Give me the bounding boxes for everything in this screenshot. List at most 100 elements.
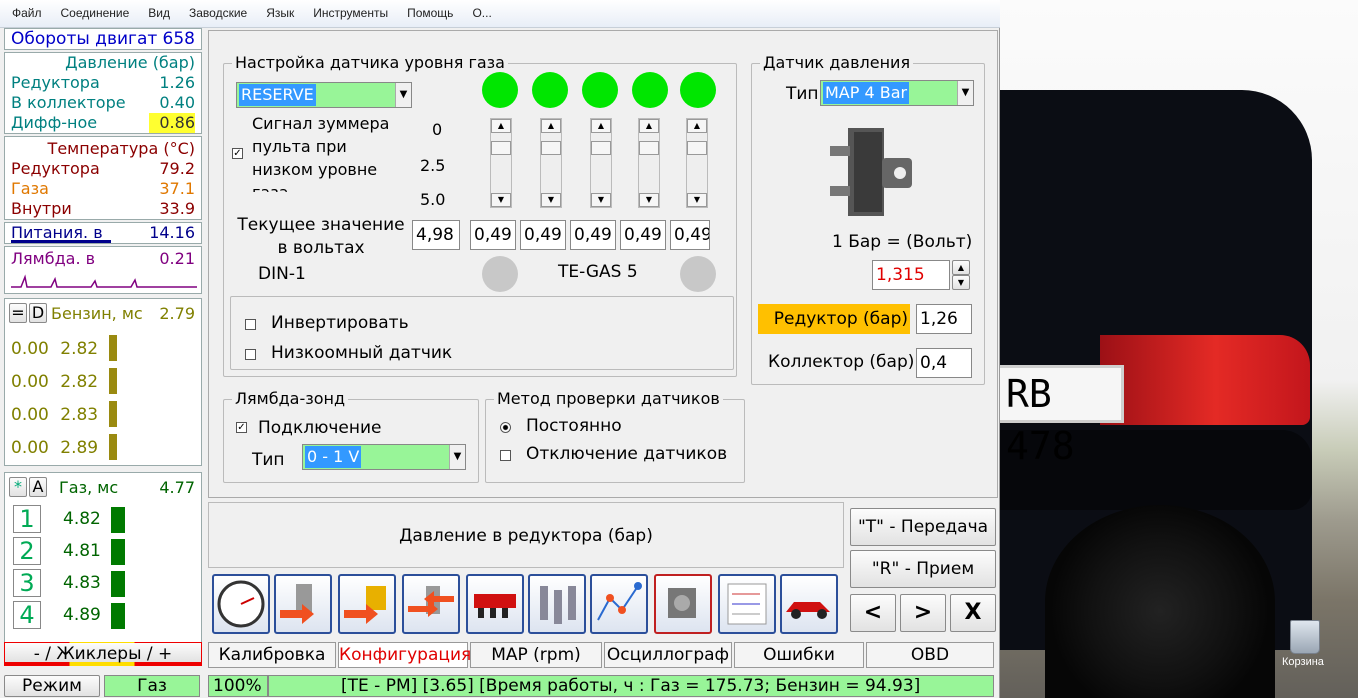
reducer-bar-input[interactable]: 1,26 [916, 304, 972, 334]
tab-configuration[interactable]: Конфигурация [338, 642, 471, 668]
lowohm-label: Низкоомный датчик [271, 343, 453, 363]
mode-button[interactable]: Режим [4, 675, 100, 697]
lowohm-checkbox[interactable] [245, 349, 256, 360]
power-value: 14.16 [149, 223, 195, 242]
lambda-type-label: Тип [252, 450, 285, 470]
injector-1-bar [111, 507, 125, 533]
collector-bar-label: Коллектор (бар) [768, 352, 915, 372]
left-panel: Обороты двигат 658 Давление (бар) Редукто… [4, 28, 202, 698]
method-disable-checkbox[interactable] [500, 450, 511, 461]
injector-3-value: 4.83 [63, 573, 101, 593]
invert-checkbox[interactable] [245, 319, 256, 330]
bar-volt-up[interactable]: ▲ [952, 260, 970, 275]
petrol-bar-4 [109, 434, 117, 460]
jets-button[interactable]: - / Жиклеры / + [4, 642, 202, 666]
pressure-diff-label: Дифф-ное [11, 113, 98, 132]
level-slider-5[interactable]: ▲ ▼ [686, 118, 708, 208]
injector-4-value: 4.89 [63, 605, 101, 625]
receive-button[interactable]: "R" - Прием [850, 550, 996, 588]
temp-gas-value: 37.1 [159, 179, 195, 198]
pressure-title: Давление (бар) [65, 53, 195, 72]
din-label: DIN-1 [258, 264, 306, 284]
recycle-bin-label[interactable]: Корзина [1282, 656, 1324, 668]
scale-label-0: 0 [432, 120, 443, 139]
document-tool-icon[interactable] [718, 574, 776, 634]
method-constant-radio[interactable] [500, 422, 511, 433]
menu-connection[interactable]: Соединение [49, 0, 137, 20]
lambda-type-combo[interactable]: 0 - 1 V ▼ [302, 444, 466, 470]
buzzer-checkbox[interactable]: ✓ [232, 148, 243, 159]
lambda-graph [11, 274, 197, 288]
tab-errors[interactable]: Ошибки [734, 642, 864, 668]
temp-inside-label: Внутри [11, 199, 72, 218]
pressure-diff-row: Дифф-ное 0.86 [11, 113, 195, 133]
level-sensor-combo[interactable]: RESERVE ▼ [236, 82, 412, 108]
recycle-bin-icon[interactable] [1290, 620, 1320, 654]
injector-2-value: 4.81 [63, 541, 101, 561]
next-button[interactable]: > [900, 594, 946, 632]
chevron-down-icon[interactable]: ▼ [395, 83, 411, 107]
lambda-connect-checkbox[interactable]: ✓ [236, 422, 247, 433]
gas-reducer-tool-icon[interactable] [274, 574, 332, 634]
fuel-indicator: Газ [104, 675, 200, 697]
switch-fuel-tool-icon[interactable] [402, 574, 460, 634]
menu-help[interactable]: Помощь [395, 0, 460, 20]
menu-view[interactable]: Вид [136, 0, 177, 20]
bar-volt-down[interactable]: ▼ [952, 275, 970, 290]
chevron-down-icon[interactable]: ▼ [449, 445, 465, 469]
menu-factory[interactable]: Заводские [177, 0, 254, 20]
gas-a-button[interactable]: A [29, 477, 47, 497]
current-value-1[interactable]: 0,49 [470, 220, 516, 250]
lambda-connect-label: Подключение [258, 418, 382, 438]
fuel-nozzle-tool-icon[interactable] [338, 574, 396, 634]
injectors-tool-icon[interactable] [528, 574, 586, 634]
car-tool-icon[interactable] [780, 574, 838, 634]
tab-map-rpm[interactable]: MAP (rpm) [470, 642, 602, 668]
prev-button[interactable]: < [850, 594, 896, 632]
temp-reducer-row: Редуктора 79.2 [11, 159, 195, 179]
gas-label: Газ, мс [59, 478, 119, 497]
lambda-group: Лямбда-зонд ✓ Подключение Тип 0 - 1 V ▼ [223, 389, 479, 483]
injector-rail-tool-icon[interactable] [466, 574, 524, 634]
map-sensor-tool-icon[interactable] [654, 574, 712, 634]
petrol-row-3-b: 2.83 [60, 405, 99, 425]
bar-volt-input[interactable]: 1,315 [872, 260, 950, 290]
level-slider-2[interactable]: ▲ ▼ [540, 118, 562, 208]
current-value-3[interactable]: 0,49 [570, 220, 616, 250]
petrol-value: 2.79 [159, 304, 195, 323]
petrol-d-button[interactable]: D [29, 303, 47, 323]
gauge-tool-icon[interactable] [212, 574, 270, 634]
menu-tools[interactable]: Инструменты [301, 0, 395, 20]
invert-label: Инвертировать [271, 313, 409, 333]
config-panel: Настройка датчика уровня газа RESERVE ▼ ✓… [208, 30, 998, 498]
lambda-box: Лямбда. в 0.21 [4, 246, 202, 294]
tool-area: Давление в редуктора (бар) "T" - Передач… [208, 500, 998, 640]
menu-about[interactable]: O... [460, 0, 498, 20]
level-slider-3[interactable]: ▲ ▼ [590, 118, 612, 208]
petrol-equal-button[interactable]: = [9, 303, 27, 323]
rpm-label: Обороты двигат [11, 29, 158, 49]
transmit-button[interactable]: "T" - Передача [850, 508, 996, 546]
current-value-2[interactable]: 0,49 [520, 220, 566, 250]
map-chart-tool-icon[interactable] [590, 574, 648, 634]
gas-star-button[interactable]: * [9, 477, 27, 497]
current-value-main[interactable]: 4,98 [412, 220, 460, 250]
current-value-4[interactable]: 0,49 [620, 220, 666, 250]
level-slider-1[interactable]: ▲ ▼ [490, 118, 512, 208]
level-sensor-combo-value: RESERVE [239, 84, 316, 106]
close-button[interactable]: X [950, 594, 996, 632]
collector-bar-input[interactable]: 0,4 [916, 348, 972, 378]
current-value-5[interactable]: 0,49 [670, 220, 710, 250]
tab-obd[interactable]: OBD [866, 642, 994, 668]
tab-oscilloscope[interactable]: Осциллограф [604, 642, 732, 668]
menu-language[interactable]: Язык [254, 0, 301, 20]
current-value-label: Текущее значение в вольтах [237, 215, 405, 258]
chevron-down-icon[interactable]: ▼ [957, 81, 973, 105]
level-slider-4[interactable]: ▲ ▼ [638, 118, 660, 208]
menu-file[interactable]: Файл [0, 0, 49, 20]
tool-caption: Давление в редуктора (бар) [208, 502, 844, 568]
tab-calibration[interactable]: Калибровка [208, 642, 336, 668]
pressure-collector-label: В коллекторе [11, 93, 126, 112]
map-type-combo[interactable]: MAP 4 Bar ▼ [820, 80, 974, 106]
map-type-label: Тип [786, 84, 819, 104]
